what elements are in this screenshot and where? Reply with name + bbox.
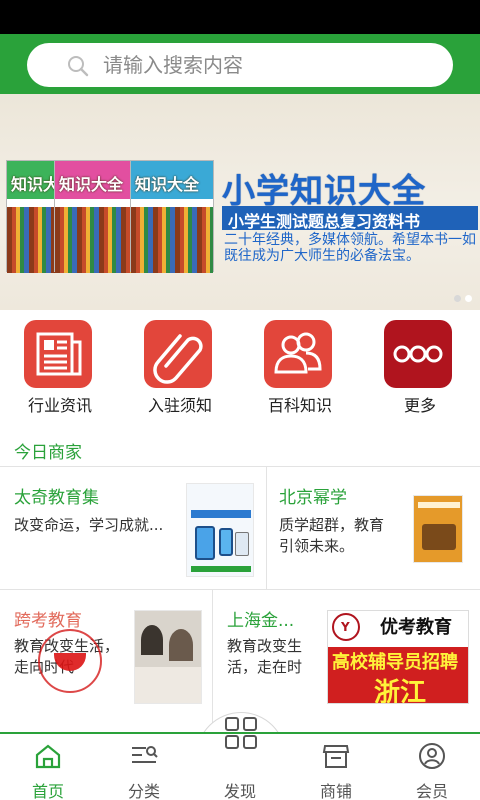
section-title-merchants: 今日商家 <box>14 443 82 463</box>
book-cover-text: 知识大全 <box>59 175 124 194</box>
banner-subtitle: 小学生测试题总复习资料书 <box>228 212 421 231</box>
tab-label: 首页 <box>31 782 64 800</box>
youkao-region: 浙江 <box>374 678 427 704</box>
merchant-thumbnail <box>186 483 254 577</box>
tab-label: 商铺 <box>319 782 352 800</box>
banner-title: 小学知识大全 <box>222 171 426 210</box>
carousel-dot-active[interactable] <box>465 295 472 302</box>
users-icon <box>264 320 332 388</box>
quick-nav-more[interactable]: 更多 <box>360 318 480 420</box>
merchant-desc: 改变命运，学习成就... <box>14 516 164 534</box>
merchant-title: 太奇教育集 <box>14 488 99 508</box>
youkao-name: 优考教育 <box>380 617 452 638</box>
category-icon <box>132 746 158 763</box>
grid-icon <box>225 717 257 749</box>
tab-category[interactable]: 分类 <box>96 734 192 800</box>
more-icon <box>384 320 452 388</box>
search-input[interactable]: 请输入搜索内容 <box>27 43 453 87</box>
book-cover-text: 知识大全 <box>135 175 200 194</box>
banner-subtitle-bar: 小学生测试题总复习资料书 <box>222 206 478 231</box>
book-cover-2: 知识大全 <box>54 160 138 273</box>
tab-member[interactable]: 会员 <box>384 734 480 800</box>
merchant-thumbnail <box>134 610 202 704</box>
merchant-thumbnail <box>413 495 463 563</box>
search-placeholder: 请输入搜索内容 <box>103 53 243 77</box>
carousel-dot[interactable] <box>454 295 461 302</box>
tab-discover[interactable]: 发现 <box>192 717 288 800</box>
quick-nav-label: 入驻须知 <box>147 396 212 415</box>
book-cover-3: 知识大全 <box>130 160 214 273</box>
merchant-card-shanghai[interactable]: 上海金... 教育改变生活，走在时 Y 优考教育 高校辅导员招聘 浙江 <box>213 590 480 723</box>
tab-home[interactable]: 首页 <box>0 734 96 800</box>
status-bar <box>0 0 480 34</box>
banner-description: 二十年经典，多媒体领航。希望本书一如既往成为广大师生的必备法宝。 <box>224 232 476 264</box>
merchant-title: 上海金... <box>227 611 295 631</box>
promo-banner[interactable]: 知识大全 知识大全 知识大全 小学知识大全 小学生测试题总复习资料书 二十年经典… <box>0 94 480 310</box>
shop-icon <box>322 745 350 768</box>
quick-nav-entry-notice[interactable]: 入驻须知 <box>120 318 240 420</box>
quick-nav-label: 行业资讯 <box>27 396 92 415</box>
youkao-ad: Y 优考教育 高校辅导员招聘 浙江 <box>327 610 469 704</box>
quick-nav-label: 更多 <box>403 396 436 415</box>
carousel-dots <box>454 295 472 302</box>
merchant-desc: 教育改变生活，走在时 <box>227 637 303 676</box>
home-icon <box>35 744 61 769</box>
tab-label: 会员 <box>415 782 448 800</box>
user-icon <box>419 743 445 769</box>
quick-nav: 行业资讯 入驻须知 百科知识 更多 <box>0 318 480 420</box>
tab-label: 分类 <box>127 782 160 800</box>
quick-nav-label: 百科知识 <box>267 396 332 415</box>
bottom-nav: 首页 分类 发现 商铺 会员 <box>0 717 480 800</box>
paperclip-icon <box>144 320 212 388</box>
search-header: 请输入搜索内容 <box>0 34 480 94</box>
tab-shop[interactable]: 商铺 <box>288 734 384 800</box>
merchant-card-beijing[interactable]: 北京幂学 质学超群，教育引领未来。 <box>267 467 480 589</box>
quick-nav-encyclopedia[interactable]: 百科知识 <box>240 318 360 420</box>
merchant-desc: 质学超群，教育引领未来。 <box>279 516 385 555</box>
merchant-title: 北京幂学 <box>279 488 347 508</box>
tab-label: 发现 <box>223 782 256 800</box>
merchant-title: 跨考教育 <box>14 611 82 631</box>
quick-nav-industry-news[interactable]: 行业资讯 <box>0 318 120 420</box>
merchant-card-taiqi[interactable]: 太奇教育集 改变命运，学习成就... <box>0 467 266 589</box>
search-icon <box>68 56 89 77</box>
newspaper-icon <box>24 320 92 388</box>
merchant-card-kuakao[interactable]: 跨考教育 教育改变生活，走向时代 <box>0 590 212 723</box>
red-seal-stamp <box>38 629 102 693</box>
